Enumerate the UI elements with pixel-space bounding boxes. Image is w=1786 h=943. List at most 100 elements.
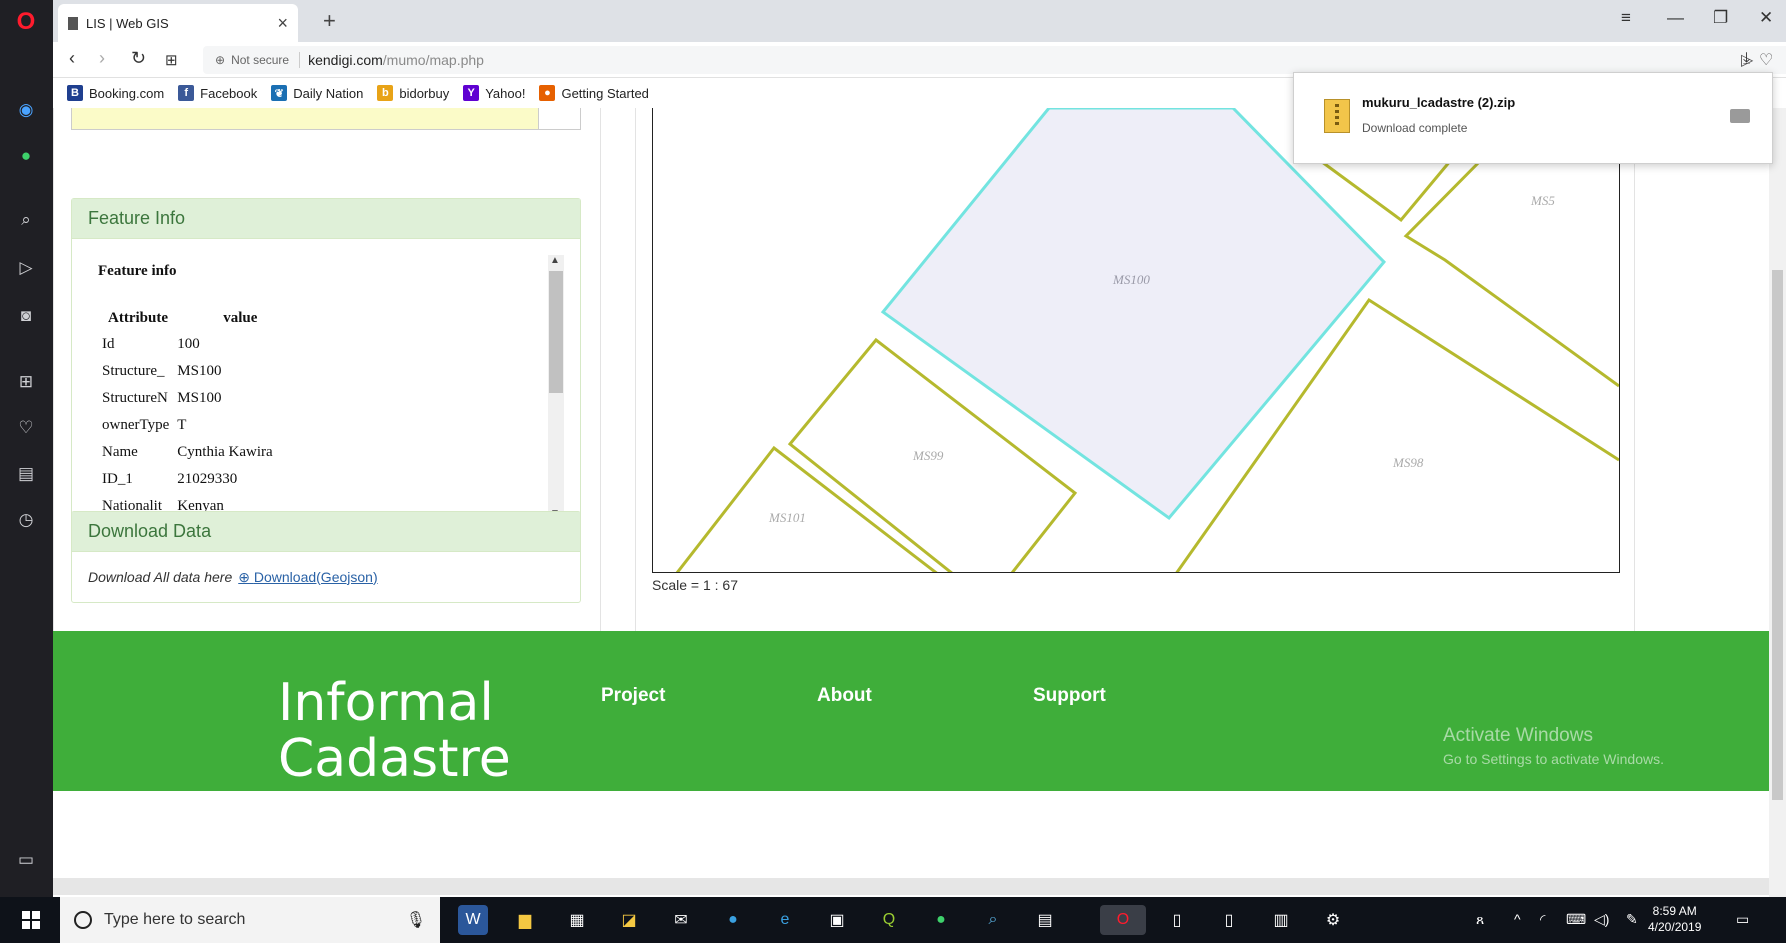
attribute-name: ownerType [102,417,170,433]
minimize-button[interactable]: — [1667,8,1684,28]
heart-icon[interactable]: ♡ [12,414,40,442]
taskbar-clock[interactable]: 8:59 AM 4/20/2019 [1648,903,1701,935]
people-icon[interactable]: ጸ [1476,911,1484,928]
reload-button[interactable]: ↻ [131,48,146,69]
document-app-icon[interactable]: ▯ [1162,905,1192,935]
whatsapp-icon[interactable]: ● [12,142,40,170]
magnifier-icon[interactable]: ⌕ [978,905,1008,935]
globe-app-icon[interactable]: ● [718,905,748,935]
close-window-button[interactable]: ✕ [1759,8,1773,28]
opera-logo-icon[interactable]: O [12,8,40,36]
feature-info-scrollbar[interactable]: ▲ ▼ [548,255,564,519]
speed-dial-button[interactable]: ⊞ [165,51,178,69]
bookmark-heart-icon[interactable]: ♡ [1759,50,1773,70]
security-indicator[interactable]: ⊕ Not secure [215,53,289,67]
download-data-panel: Download Data Download All data here ⊕ D… [71,511,581,603]
edge-icon[interactable]: e [770,905,800,935]
new-tab-button[interactable]: + [323,8,336,34]
attribute-column-header: Attribute [108,309,168,326]
network-icon[interactable]: ◜ [1540,911,1545,928]
url-field[interactable]: ⊕ Not secure kendigi.com /mumo/map.php ▷ … [203,46,1786,74]
vertical-scrollbar[interactable] [1769,108,1786,897]
python-icon[interactable]: ▤ [1030,905,1060,935]
chevron-up-icon[interactable]: ^ [1514,911,1521,927]
parcel-ms100[interactable] [880,108,1387,521]
bookmark-item[interactable]: ❦ Daily Nation [271,85,363,101]
scroll-thumb[interactable] [549,271,563,393]
taskbar-search[interactable]: Type here to search 🎙 [60,897,440,943]
attribute-value: Cynthia Kawira [177,444,273,460]
sticky-notes-icon[interactable]: ◪ [614,905,644,935]
parcel-label-ms98: MS98 [1392,455,1424,470]
store-icon[interactable]: ▥ [1266,905,1296,935]
news-icon[interactable]: ▤ [12,460,40,488]
vertical-scroll-thumb[interactable] [1772,270,1783,800]
bookmark-item[interactable]: f Facebook [178,85,257,101]
microphone-icon[interactable]: 🎙 [406,910,426,930]
table-row: ID_1 21029330 [98,466,277,493]
speed-dial-icon[interactable]: ⊞ [12,368,40,396]
input-method-icon[interactable]: ⌨ [1566,911,1586,928]
attribute-name: Structure_ [102,363,165,379]
file-explorer-icon[interactable]: ▆ [510,905,540,935]
notification-icon[interactable]: ▭ [1736,911,1749,928]
forward-button[interactable]: › [99,48,105,69]
whatsapp-taskbar-icon[interactable]: ● [926,905,956,935]
tab-strip: LIS | Web GIS × + ≡ — ❐ ✕ [53,0,1786,42]
parcel-ms101[interactable] [673,445,943,572]
zip-file-icon [1324,99,1350,133]
windows-start-icon[interactable] [22,911,40,929]
footer-link-support[interactable]: Support [1033,685,1106,707]
calculator-icon[interactable]: ▦ [562,905,592,935]
bookmark-favicon-icon: ● [539,85,556,101]
tab-menu-icon[interactable]: ≡ [1621,8,1631,28]
map-canvas[interactable]: MS100 MS99 MS101 MS98 MS5 [652,108,1620,573]
download-popup: mukuru_lcadastre (2).zip Download comple… [1293,72,1773,164]
structure-select[interactable] [71,108,581,130]
bookmark-item[interactable]: Y Yahoo! [463,85,525,101]
table-row: ownerType T [98,412,277,439]
footer-link-about[interactable]: About [817,685,872,707]
settings-icon[interactable]: ⚙ [1318,905,1348,935]
bookmark-item[interactable]: b bidorbuy [377,85,449,101]
open-folder-icon[interactable] [1730,109,1750,123]
brand-line-1: Informal [278,673,494,733]
sidebar-toggle-icon[interactable]: ▭ [12,846,40,874]
volume-icon[interactable]: ◁) [1594,911,1609,928]
parcel-ms5[interactable] [1403,146,1619,388]
web-page: Feature Info Feature info Attribute valu… [53,108,1769,897]
camera-icon[interactable]: ◙ [12,302,40,330]
scroll-up-icon[interactable]: ▲ [550,255,560,266]
pen-icon[interactable]: ✎ [1626,911,1638,928]
attribute-name: Id [102,336,115,352]
send-icon[interactable]: ▷ [12,254,40,282]
bookmark-item[interactable]: B Booking.com [67,85,164,101]
media-icon[interactable]: ▣ [822,905,852,935]
downloads-icon[interactable]: ⤓ [1743,50,1750,68]
footer-brand: Informal Cadastre [278,675,511,787]
search-icon[interactable]: ⌕ [12,206,40,234]
opera-taskbar-icon[interactable]: O [1100,905,1146,935]
messenger-icon[interactable]: ◉ [12,96,40,124]
table-row: Structure_ MS100 [98,358,277,385]
tab-close-button[interactable]: × [277,13,288,34]
mail-icon[interactable]: ✉ [666,905,696,935]
bookmark-item[interactable]: ● Getting Started [539,85,649,101]
parcel-label-ms5: MS5 [1530,193,1555,208]
restore-button[interactable]: ❐ [1713,8,1728,28]
qgis-icon[interactable]: Q [874,905,904,935]
download-geojson-link[interactable]: ⊕ Download(Geojson) [238,569,377,586]
browser-tab[interactable]: LIS | Web GIS × [58,4,298,42]
back-button[interactable]: ‹ [69,48,75,69]
document-app-icon-2[interactable]: ▯ [1214,905,1244,935]
download-filename[interactable]: mukuru_lcadastre (2).zip [1362,95,1515,110]
chevron-down-icon[interactable] [538,108,580,129]
horizontal-scrollbar[interactable] [53,878,1769,895]
bookmark-favicon-icon: ❦ [271,85,288,101]
map-svg[interactable]: MS100 MS99 MS101 MS98 MS5 [653,108,1619,572]
watermark-line-2: Go to Settings to activate Windows. [1443,751,1664,767]
footer-link-project[interactable]: Project [601,685,665,707]
history-icon[interactable]: ◷ [12,506,40,534]
bookmark-label: Booking.com [89,85,165,101]
word-icon[interactable]: W [458,905,488,935]
